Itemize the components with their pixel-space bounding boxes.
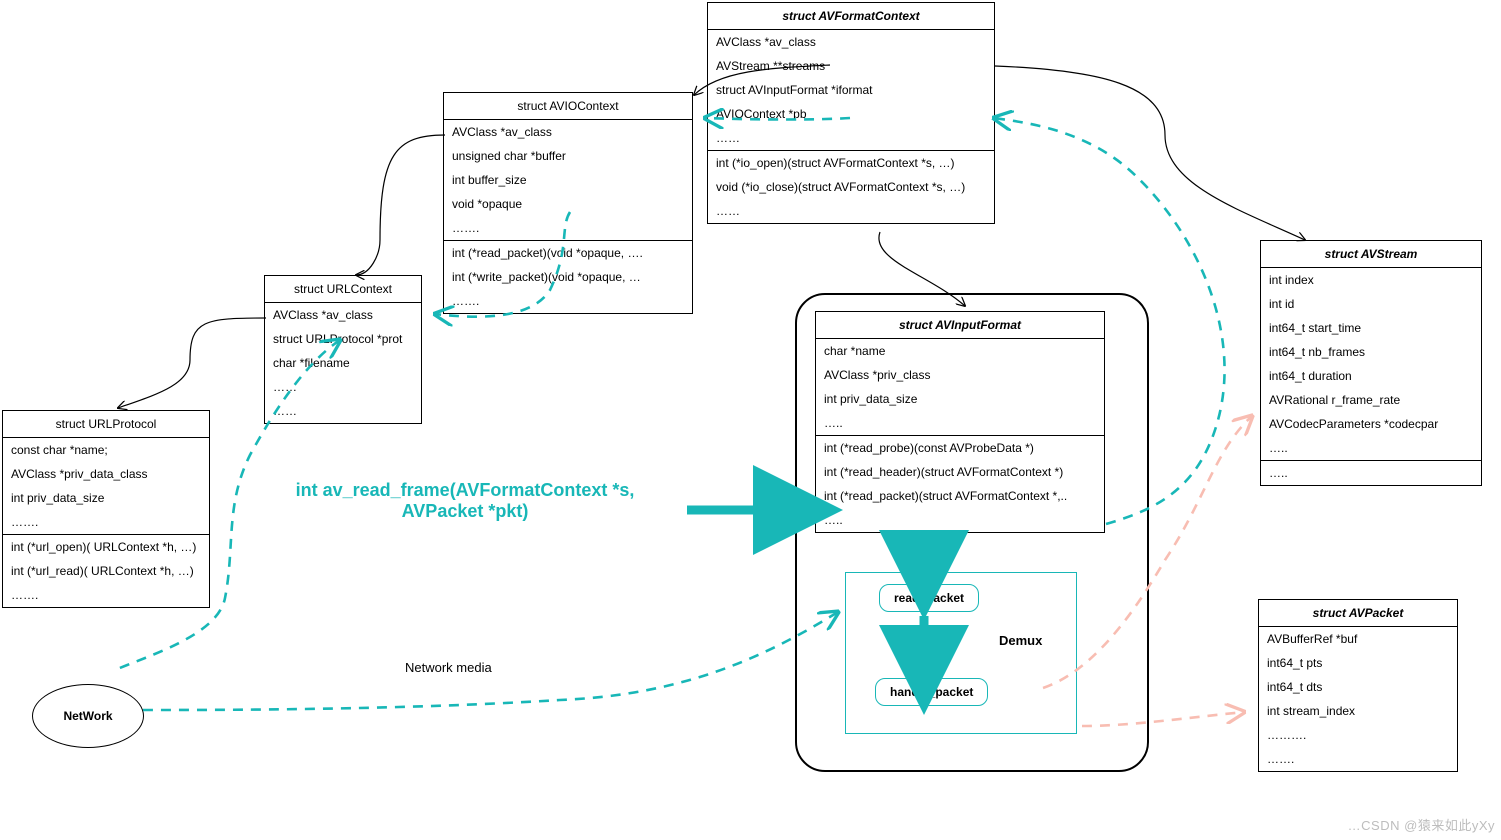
field: ……: [265, 399, 421, 423]
title: struct AVPacket: [1259, 600, 1457, 627]
sig-line1: int av_read_frame(AVFormatContext *s,: [250, 480, 680, 501]
section: AVClass *av_class struct URLProtocol *pr…: [265, 303, 421, 423]
field: int priv_data_size: [816, 387, 1104, 411]
section: char *name AVClass *priv_class int priv_…: [816, 339, 1104, 436]
demux-label: Demux: [999, 633, 1042, 648]
field: …….: [3, 510, 209, 534]
pill-read-packet: read_packet: [879, 584, 979, 612]
field: AVIOContext *pb: [708, 102, 994, 126]
field: int id: [1261, 292, 1481, 316]
field: int (*io_open)(struct AVFormatContext *s…: [708, 151, 994, 175]
field: char *filename: [265, 351, 421, 375]
network-ellipse: NetWork: [32, 684, 144, 748]
title: struct AVStream: [1261, 241, 1481, 268]
field: struct URLProtocol *prot: [265, 327, 421, 351]
uml-avformatcontext: struct AVFormatContext AVClass *av_class…: [707, 2, 995, 224]
field: int stream_index: [1259, 699, 1457, 723]
field: int (*read_packet)(struct AVFormatContex…: [816, 484, 1104, 508]
section: int (*read_probe)(const AVProbeData *) i…: [816, 436, 1104, 532]
uml-urlcontext: struct URLContext AVClass *av_class stru…: [264, 275, 422, 424]
field: int (*read_header)(struct AVFormatContex…: [816, 460, 1104, 484]
field: AVClass *priv_data_class: [3, 462, 209, 486]
section: AVBufferRef *buf int64_t pts int64_t dts…: [1259, 627, 1457, 771]
uml-avstream: struct AVStream int index int id int64_t…: [1260, 240, 1482, 486]
sig-line2: AVPacket *pkt): [250, 501, 680, 522]
field: …….: [444, 289, 692, 313]
function-signature: int av_read_frame(AVFormatContext *s, AV…: [250, 480, 680, 522]
field: AVRational r_frame_rate: [1261, 388, 1481, 412]
field: struct AVInputFormat *iformat: [708, 78, 994, 102]
field: int64_t pts: [1259, 651, 1457, 675]
uml-avinputformat: struct AVInputFormat char *name AVClass …: [815, 311, 1105, 533]
field: …..: [1261, 436, 1481, 460]
uml-aviocontext: struct AVIOContext AVClass *av_class uns…: [443, 92, 693, 314]
field: ……: [265, 375, 421, 399]
field: …….: [3, 583, 209, 607]
field: int64_t duration: [1261, 364, 1481, 388]
section: int (*read_packet)(void *opaque, …. int …: [444, 241, 692, 313]
network-label: NetWork: [63, 709, 112, 723]
field: int priv_data_size: [3, 486, 209, 510]
pill-handle-packet: handle_packet: [875, 678, 988, 706]
field: int (*url_open)( URLContext *h, …): [3, 535, 209, 559]
field: AVStream **streams: [708, 54, 994, 78]
field: int64_t dts: [1259, 675, 1457, 699]
section: int (*io_open)(struct AVFormatContext *s…: [708, 151, 994, 223]
field: int (*write_packet)(void *opaque, …: [444, 265, 692, 289]
field: AVClass *av_class: [265, 303, 421, 327]
field: unsigned char *buffer: [444, 144, 692, 168]
uml-avpacket: struct AVPacket AVBufferRef *buf int64_t…: [1258, 599, 1458, 772]
section: AVClass *av_class AVStream **streams str…: [708, 30, 994, 151]
field: …..: [1261, 461, 1481, 485]
field: int (*read_packet)(void *opaque, ….: [444, 241, 692, 265]
title: struct AVFormatContext: [708, 3, 994, 30]
section: int (*url_open)( URLContext *h, …) int (…: [3, 535, 209, 607]
field: int64_t start_time: [1261, 316, 1481, 340]
section: AVClass *av_class unsigned char *buffer …: [444, 120, 692, 241]
field: int buffer_size: [444, 168, 692, 192]
field: const char *name;: [3, 438, 209, 462]
title: struct URLProtocol: [3, 411, 209, 438]
field: …..: [816, 508, 1104, 532]
field: ……: [708, 126, 994, 150]
section: …..: [1261, 461, 1481, 485]
field: AVBufferRef *buf: [1259, 627, 1457, 651]
title: struct AVIOContext: [444, 93, 692, 120]
field: ……: [708, 199, 994, 223]
field: char *name: [816, 339, 1104, 363]
section: int index int id int64_t start_time int6…: [1261, 268, 1481, 461]
field: void (*io_close)(struct AVFormatContext …: [708, 175, 994, 199]
uml-urlprotocol: struct URLProtocol const char *name; AVC…: [2, 410, 210, 608]
title: struct URLContext: [265, 276, 421, 303]
field: AVClass *priv_class: [816, 363, 1104, 387]
field: …….: [1259, 747, 1457, 771]
field: AVClass *av_class: [444, 120, 692, 144]
watermark: …CSDN @猿来如此yXy: [1348, 815, 1495, 834]
field: AVClass *av_class: [708, 30, 994, 54]
section: const char *name; AVClass *priv_data_cla…: [3, 438, 209, 535]
field: void *opaque: [444, 192, 692, 216]
field: int index: [1261, 268, 1481, 292]
field: int64_t nb_frames: [1261, 340, 1481, 364]
field: …….: [444, 216, 692, 240]
label-network-media: Network media: [405, 660, 492, 675]
field: int (*read_probe)(const AVProbeData *): [816, 436, 1104, 460]
field: ……….: [1259, 723, 1457, 747]
field: AVCodecParameters *codecpar: [1261, 412, 1481, 436]
title: struct AVInputFormat: [816, 312, 1104, 339]
field: …..: [816, 411, 1104, 435]
field: int (*url_read)( URLContext *h, …): [3, 559, 209, 583]
